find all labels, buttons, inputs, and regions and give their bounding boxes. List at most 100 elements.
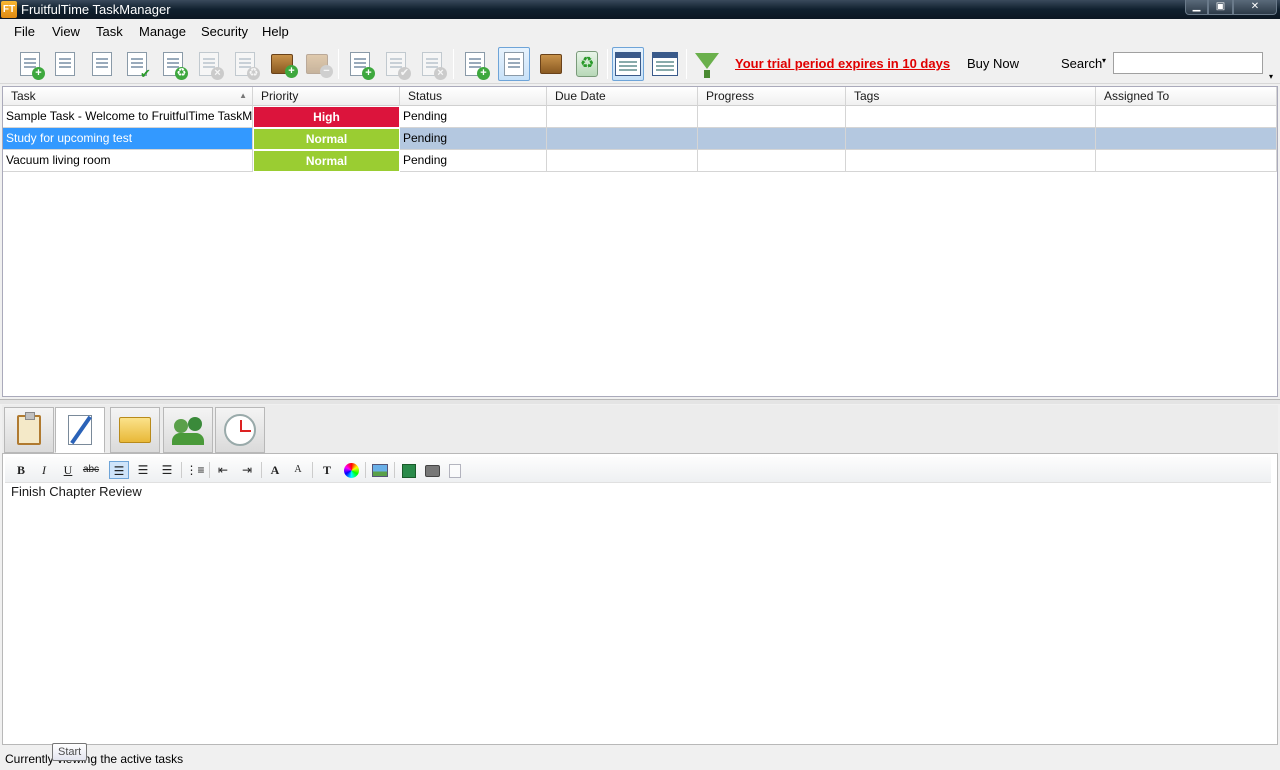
detail-view-icon	[652, 52, 678, 76]
maximize-button[interactable]: ▣	[1208, 0, 1233, 15]
insert-image-button[interactable]	[370, 461, 390, 479]
new-note-button[interactable]: +	[459, 47, 491, 81]
add-project-button[interactable]: +	[266, 47, 298, 81]
notes-text[interactable]: Finish Chapter Review	[11, 484, 142, 499]
search-scope-label[interactable]: Search	[1061, 56, 1102, 71]
menu-manage[interactable]: Manage	[139, 24, 186, 39]
due-date-cell[interactable]	[547, 128, 698, 150]
new-subtask-button[interactable]: +	[344, 47, 376, 81]
restore-task-button[interactable]: ♻	[229, 47, 261, 81]
status-cell[interactable]: Pending	[400, 106, 547, 128]
align-center-button[interactable]: ☰	[133, 461, 153, 479]
bold-button[interactable]: B	[11, 461, 31, 479]
task-list-button[interactable]	[49, 47, 81, 81]
trial-expiry-link[interactable]: Your trial period expires in 10 days	[735, 56, 950, 71]
status-cell[interactable]: Pending	[400, 128, 547, 150]
format-separator	[394, 462, 395, 478]
task-cell[interactable]: Study for upcoming test	[3, 128, 253, 150]
complete-task-button[interactable]: ✔	[121, 47, 153, 81]
priority-badge[interactable]: High	[253, 106, 400, 128]
table-row-selected[interactable]: Study for upcoming test Normal Pending	[3, 128, 1277, 150]
priority-badge[interactable]: Normal	[253, 128, 400, 150]
menu-view[interactable]: View	[52, 24, 80, 39]
priority-badge[interactable]: Normal	[253, 150, 400, 172]
tab-notes[interactable]	[55, 407, 105, 453]
column-header-due-date[interactable]: Due Date	[547, 87, 698, 106]
column-header-task[interactable]: Task ▲	[3, 87, 253, 106]
archive-button[interactable]	[535, 47, 567, 81]
format-toolbar: B I U abc ☰ ☰ ☰ ⋮≡ ⇤ ⇥ A A T	[5, 457, 1271, 483]
recycle-bin-button[interactable]: ♻	[571, 47, 603, 81]
edit-task-button[interactable]	[86, 47, 118, 81]
tab-attachments[interactable]	[110, 407, 160, 453]
tab-time-tracking[interactable]	[215, 407, 265, 453]
italic-button[interactable]: I	[34, 461, 54, 479]
due-date-cell[interactable]	[547, 150, 698, 172]
progress-cell[interactable]	[698, 106, 846, 128]
filter-button[interactable]	[691, 47, 723, 81]
assigned-to-cell[interactable]	[1096, 106, 1277, 128]
detail-view-button[interactable]	[649, 47, 681, 81]
panel-splitter[interactable]	[0, 399, 1280, 404]
buy-now-button[interactable]: Buy Now	[967, 56, 1019, 71]
tags-cell[interactable]	[846, 106, 1096, 128]
tags-cell[interactable]	[846, 150, 1096, 172]
notes-editor[interactable]: B I U abc ☰ ☰ ☰ ⋮≡ ⇤ ⇥ A A T Finish Chap…	[2, 453, 1278, 745]
column-header-assigned-to[interactable]: Assigned To	[1096, 87, 1277, 106]
font-button[interactable]: T	[317, 461, 337, 479]
indent-button[interactable]: ⇥	[237, 461, 257, 479]
column-header-progress[interactable]: Progress	[698, 87, 846, 106]
shrink-font-button[interactable]: A	[288, 461, 308, 479]
title-bar: FT FruitfulTime TaskManager ▁ ▣ ✕	[0, 0, 1280, 19]
filter-stem	[704, 70, 710, 78]
align-left-button[interactable]: ☰	[109, 461, 129, 479]
status-cell[interactable]: Pending	[400, 150, 547, 172]
delete-task-button[interactable]: ×	[193, 47, 225, 81]
bullet-list-button[interactable]: ⋮≡	[185, 461, 205, 479]
close-button[interactable]: ✕	[1233, 0, 1277, 15]
assigned-to-cell[interactable]	[1096, 128, 1277, 150]
tab-contacts[interactable]	[163, 407, 213, 453]
table-row[interactable]: Vacuum living room Normal Pending	[3, 150, 1277, 172]
recycle-task-button[interactable]: ♻	[157, 47, 189, 81]
column-header-priority[interactable]: Priority	[253, 87, 400, 106]
menu-file[interactable]: File	[14, 24, 35, 39]
search-input[interactable]	[1113, 52, 1263, 74]
underline-button[interactable]: U	[58, 461, 78, 479]
column-header-label: Task	[11, 89, 36, 103]
task-cell[interactable]: Vacuum living room	[3, 150, 253, 172]
strikethrough-button[interactable]: abc	[81, 461, 101, 479]
grid-view-button[interactable]	[612, 47, 644, 81]
print-button[interactable]	[422, 461, 442, 479]
tags-cell[interactable]	[846, 128, 1096, 150]
chevron-down-icon[interactable]: ▾	[1102, 56, 1106, 65]
menu-help[interactable]: Help	[262, 24, 289, 39]
save-button[interactable]	[399, 461, 419, 479]
toolbar-separator	[607, 49, 608, 79]
column-header-status[interactable]: Status	[400, 87, 547, 106]
complete-subtask-button[interactable]: ✔	[380, 47, 412, 81]
new-task-button[interactable]: +	[14, 47, 46, 81]
due-date-cell[interactable]	[547, 106, 698, 128]
column-header-tags[interactable]: Tags	[846, 87, 1096, 106]
tab-details[interactable]	[4, 407, 54, 453]
grow-font-button[interactable]: A	[265, 461, 285, 479]
active-tasks-view-button[interactable]	[498, 47, 530, 81]
task-cell[interactable]: Sample Task - Welcome to FruitfulTime Ta…	[3, 106, 253, 128]
toolbar-overflow-icon[interactable]: ▾	[1269, 72, 1273, 81]
progress-cell[interactable]	[698, 150, 846, 172]
minimize-button[interactable]: ▁	[1185, 0, 1208, 15]
toolbar-separator	[453, 49, 454, 79]
color-picker-button[interactable]	[341, 461, 361, 479]
image-icon	[372, 464, 388, 478]
menu-task[interactable]: Task	[96, 24, 123, 39]
align-right-button[interactable]: ☰	[157, 461, 177, 479]
outdent-button[interactable]: ⇤	[213, 461, 233, 479]
remove-project-button[interactable]: −	[301, 47, 333, 81]
delete-subtask-button[interactable]: ×	[416, 47, 448, 81]
print-preview-button[interactable]	[445, 461, 465, 479]
progress-cell[interactable]	[698, 128, 846, 150]
table-row[interactable]: Sample Task - Welcome to FruitfulTime Ta…	[3, 106, 1277, 128]
menu-security[interactable]: Security	[201, 24, 248, 39]
assigned-to-cell[interactable]	[1096, 150, 1277, 172]
